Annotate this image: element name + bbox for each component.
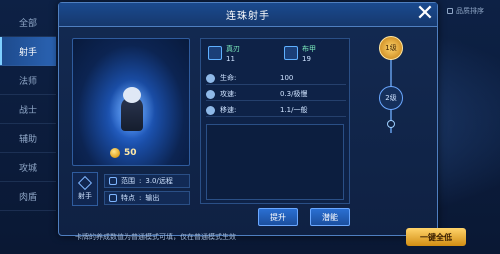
coin-icon [110,148,120,158]
stat-hp: 生命: 100 [206,72,346,85]
hero-head [123,87,141,103]
attack-speed-icon [206,89,215,99]
equip-weapon-name: 真刃 [226,44,240,53]
tab-support[interactable]: 辅助 [0,124,56,153]
level-1-button[interactable]: 1级 [379,36,403,60]
attr-trait-value: 输出 [145,194,160,202]
tab-siege[interactable]: 攻城 [0,153,56,182]
attr-range-value: 3.0/远程 [145,177,173,185]
tab-archer[interactable]: 射手 [0,37,56,66]
stat-as-value: 0.3/极慢 [280,90,308,98]
level-2-button[interactable]: 2级 [379,86,403,110]
potential-button[interactable]: 潜能 [310,208,350,226]
tab-warrior[interactable]: 战士 [0,95,56,124]
stat-attack-speed: 攻速: 0.3/极慢 [206,88,346,101]
dialog-title: 连珠射手 [59,3,437,27]
tab-tank[interactable]: 肉盾 [0,182,56,211]
equip-armor-name: 布甲 [302,44,316,53]
role-badge: 射手 [72,172,98,206]
stat-move-speed: 移速: 1.1/一般 [206,104,346,117]
attr-trait: 特点: 输出 [104,191,190,205]
close-icon[interactable]: ✕ [414,3,436,25]
stat-hp-value: 100 [280,74,294,82]
stat-ms-value: 1.1/一般 [280,106,308,114]
description-box [206,124,344,200]
role-label: 射手 [78,191,92,200]
crosshair-icon [109,177,117,185]
cost-value: 50 [124,148,137,158]
stat-as-label: 攻速 [220,90,234,98]
level-node [387,120,395,128]
attr-range: 范围: 3.0/远程 [104,174,190,188]
equip-weapon-value: 11 [226,54,235,63]
footer-note: 卡牌的养成数值为普通模式可填，仅在普通模式生效 [75,233,236,241]
cost: 50 [110,146,150,160]
sword-icon [208,46,222,60]
one-key-button[interactable]: 一键全低 [406,228,466,246]
figure-icon [109,194,117,202]
attr-range-label: 范围 [121,177,135,185]
tab-mage[interactable]: 法师 [0,66,56,95]
quality-sort[interactable]: 品质排序 [447,4,497,17]
heart-icon [206,73,215,83]
stat-ms-label: 移速 [220,106,234,114]
bow-icon [77,175,93,190]
sort-icon [447,7,453,14]
attr-trait-label: 特点 [121,194,135,202]
equip-armor-value: 19 [302,54,311,63]
category-tabs: 全部 射手 法师 战士 辅助 攻城 肉盾 [0,0,56,254]
tab-all[interactable]: 全部 [0,8,56,37]
equip-armor: 布甲 19 [284,42,316,64]
boot-icon [206,105,215,115]
armor-icon [284,46,298,60]
sort-label: 品质排序 [456,6,484,15]
upgrade-button[interactable]: 提升 [258,208,298,226]
stat-hp-label: 生命 [220,74,234,82]
equip-weapon: 真刃 11 [208,42,240,64]
